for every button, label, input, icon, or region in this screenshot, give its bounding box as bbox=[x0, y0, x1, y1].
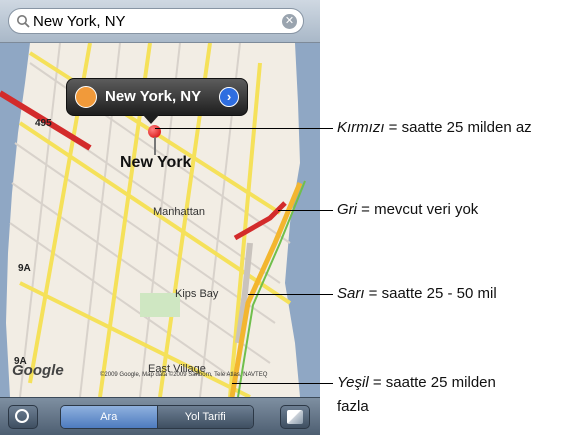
search-input[interactable]: New York, NY ✕ bbox=[8, 8, 304, 34]
mode-segmented-control: Ara Yol Tarifi bbox=[60, 405, 254, 429]
tab-directions[interactable]: Yol Tarifi bbox=[156, 406, 253, 428]
leader-line-red bbox=[155, 128, 333, 129]
leader-line-green bbox=[232, 383, 333, 384]
tab-search[interactable]: Ara bbox=[61, 406, 157, 428]
legend-red: Kırmızı = saatte 25 milden az bbox=[337, 119, 532, 136]
google-logo: Google bbox=[12, 362, 64, 379]
legend-text: = saatte 25 - 50 mil bbox=[364, 285, 497, 302]
legend-green: Yeşil = saatte 25 milden bbox=[337, 374, 496, 391]
legend-text: = saatte 25 milden bbox=[368, 374, 496, 391]
callout-tail bbox=[143, 115, 159, 124]
highway-label: 9A bbox=[18, 263, 31, 274]
legend-color-name: Sarı bbox=[337, 285, 365, 302]
legend-text: = saatte 25 milden az bbox=[384, 119, 532, 136]
highway-label: 495 bbox=[35, 118, 52, 129]
search-value: New York, NY bbox=[33, 13, 126, 30]
legend-text: = mevcut veri yok bbox=[357, 201, 479, 218]
map-pin-stick bbox=[154, 137, 156, 155]
neighborhood-label: Manhattan bbox=[153, 206, 205, 218]
person-icon bbox=[75, 86, 97, 108]
page-curl-button[interactable] bbox=[280, 405, 310, 429]
callout-title: New York, NY bbox=[105, 88, 202, 105]
chevron-right-icon[interactable]: › bbox=[219, 87, 239, 107]
legend-color-name: Kırmızı bbox=[337, 119, 385, 136]
maps-screen: New York, NY ✕ 495 9A 9A Manhattan Kips … bbox=[0, 0, 320, 435]
legend-yellow: Sarı = saatte 25 - 50 mil bbox=[337, 285, 497, 302]
clear-icon[interactable]: ✕ bbox=[282, 14, 297, 29]
location-callout[interactable]: New York, NY › bbox=[66, 78, 248, 116]
locate-button[interactable] bbox=[8, 405, 38, 429]
legend-green-line2: fazla bbox=[337, 398, 369, 415]
leader-line-gray bbox=[278, 210, 333, 211]
neighborhood-label: Kips Bay bbox=[175, 288, 219, 300]
leader-line-yellow bbox=[248, 294, 333, 295]
search-bar: New York, NY ✕ bbox=[0, 0, 320, 43]
city-label: New York bbox=[120, 154, 192, 171]
legend-color-name: Gri bbox=[337, 201, 357, 218]
search-icon bbox=[17, 15, 30, 28]
legend-color-name: Yeşil bbox=[337, 374, 369, 391]
copyright-text: ©2009 Google, Map data ©2009 Sanborn, Te… bbox=[100, 372, 268, 378]
locate-icon bbox=[15, 409, 29, 423]
bottom-toolbar: Ara Yol Tarifi bbox=[0, 397, 320, 435]
page-curl-icon bbox=[287, 410, 303, 424]
legend-gray: Gri = mevcut veri yok bbox=[337, 201, 478, 218]
